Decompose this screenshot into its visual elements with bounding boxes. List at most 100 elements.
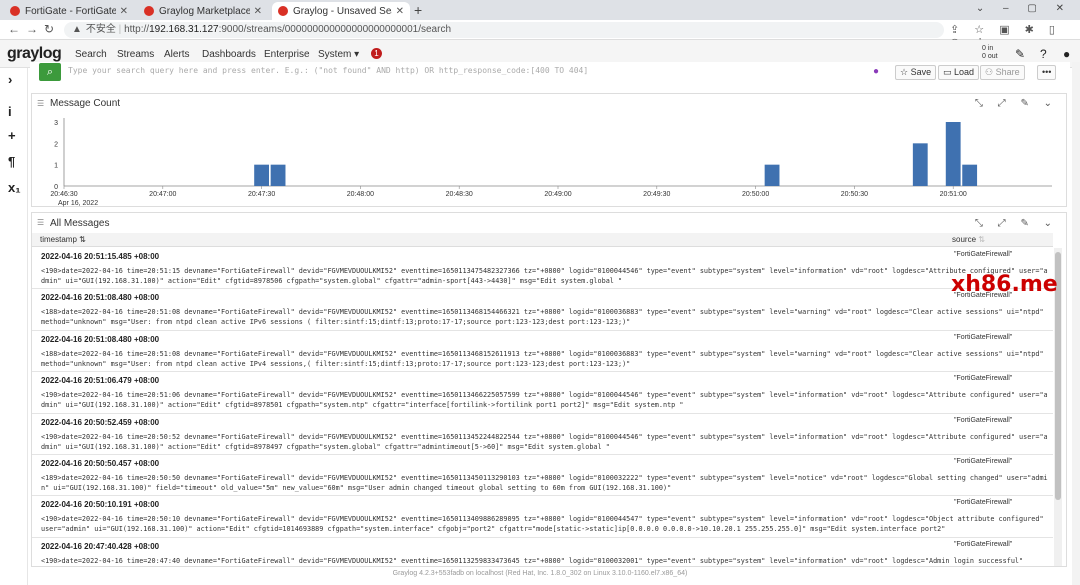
not-secure-icon: ▲ xyxy=(72,24,82,35)
fields-icon[interactable]: x₁ xyxy=(8,180,21,195)
url-path: :9000/streams/000000000000000000000001/s… xyxy=(218,24,452,35)
chart-bar xyxy=(254,164,270,186)
info-icon[interactable]: i xyxy=(8,104,12,119)
address-bar: ← → ↻ ▲ 不安全 | http://192.168.31.127:9000/… xyxy=(0,20,1080,49)
x-tick-label: 20:50:30 xyxy=(841,191,868,198)
tab-title: Graylog Marketplace xyxy=(159,5,250,17)
sort-icon[interactable]: ⇅ xyxy=(978,235,985,244)
message-body: <190>date=2022-04-16 time=20:51:15 devna… xyxy=(41,267,1048,285)
nav-enterprise[interactable]: Enterprise xyxy=(264,49,310,60)
security-label: 不安全 xyxy=(85,24,116,35)
watermark: xh86.me xyxy=(951,272,1058,297)
reload-icon[interactable]: ↻ xyxy=(44,22,54,36)
chart-bar xyxy=(912,143,928,186)
widget-controls[interactable]: ⤡ ⤢ ✎ ⌄ xyxy=(975,218,1058,229)
graylog-favicon-icon xyxy=(278,6,288,16)
tab-title: FortiGate - FortiGateFirewall xyxy=(25,5,116,17)
source-column-header[interactable]: source ⇅ xyxy=(952,235,985,244)
x-tick-label: 20:51:00 xyxy=(940,191,967,198)
message-timestamp[interactable]: 2022-04-16 20:50:50.457 +08:00 xyxy=(41,459,159,468)
message-source: "FortiGateFirewall" xyxy=(954,499,1013,507)
edit-icon[interactable]: ✎ xyxy=(1015,47,1025,61)
nav-dashboards[interactable]: Dashboards xyxy=(202,49,256,60)
table-row[interactable]: 2022-04-16 20:50:10.191 +08:00 "FortiGate… xyxy=(32,496,1053,538)
drag-handle-icon[interactable]: ☰ xyxy=(37,99,44,108)
message-body: <190>date=2022-04-16 time=20:50:10 devna… xyxy=(41,515,1044,534)
nav-streams[interactable]: Streams xyxy=(117,49,154,60)
throughput-in: 0 in xyxy=(982,45,994,52)
nav-search[interactable]: Search xyxy=(75,49,107,60)
share-search-button[interactable]: ⚇ Share xyxy=(980,65,1025,80)
sort-icon[interactable]: ⇅ xyxy=(79,235,86,244)
close-tab-icon[interactable]: ✕ xyxy=(120,6,128,17)
timestamp-column-header[interactable]: timestamp ⇅ xyxy=(40,235,86,244)
message-timestamp[interactable]: 2022-04-16 20:50:10.191 +08:00 xyxy=(41,500,159,509)
back-icon[interactable]: ← xyxy=(8,22,20,36)
help-icon[interactable]: ? xyxy=(1040,47,1047,61)
message-body: <190>date=2022-04-16 time=20:51:06 devna… xyxy=(41,391,1048,410)
message-source: "FortiGateFirewall" xyxy=(954,457,1013,465)
query-help-icon[interactable]: ● xyxy=(873,66,879,77)
notification-badge[interactable]: 1 xyxy=(371,48,382,59)
table-row[interactable]: 2022-04-16 20:51:08.480 +08:00 "FortiGate… xyxy=(32,289,1053,331)
url-host: 192.168.31.127 xyxy=(149,24,219,35)
close-tab-icon[interactable]: ✕ xyxy=(396,6,404,17)
search-input[interactable]: Type your search query here and press en… xyxy=(68,66,588,75)
message-timestamp[interactable]: 2022-04-16 20:51:15.485 +08:00 xyxy=(41,252,159,261)
save-search-button[interactable]: ☆ Save xyxy=(895,65,937,80)
chart-bar xyxy=(764,164,780,186)
window-controls[interactable]: ⌄ – ▢ ✕ xyxy=(976,3,1072,14)
tab-title: Graylog - Unsaved Search xyxy=(293,5,392,17)
y-tick-label: 0 xyxy=(54,184,58,191)
load-search-button[interactable]: ▭ Load xyxy=(938,65,980,80)
message-timestamp[interactable]: 2022-04-16 20:51:08.480 +08:00 xyxy=(41,293,159,302)
all-messages-widget: ☰ All Messages ⤡ ⤢ ✎ ⌄ timestamp ⇅ sourc… xyxy=(31,212,1067,567)
search-bar: ⌕ Type your search query here and press … xyxy=(30,62,1070,84)
chart-bar xyxy=(962,164,978,186)
widget-title: All Messages xyxy=(50,218,110,229)
table-row[interactable]: 2022-04-16 20:51:15.485 +08:00 "FortiGate… xyxy=(32,248,1053,290)
table-row[interactable]: 2022-04-16 20:51:08.480 +08:00 "FortiGate… xyxy=(32,331,1053,373)
table-row[interactable]: 2022-04-16 20:51:06.479 +08:00 "FortiGate… xyxy=(32,372,1053,414)
message-timestamp[interactable]: 2022-04-16 20:50:52.459 +08:00 xyxy=(41,418,159,427)
user-icon[interactable]: ● xyxy=(1063,47,1070,61)
forward-icon[interactable]: → xyxy=(26,22,38,36)
browser-tab-bar: FortiGate - FortiGateFirewall ✕ Graylog … xyxy=(0,0,1080,20)
message-source: "FortiGateFirewall" xyxy=(954,540,1013,548)
throughput-indicator: 0 in 0 out xyxy=(982,45,998,61)
x-tick-label: 20:50:00 xyxy=(742,191,769,198)
table-row[interactable]: 2022-04-16 20:50:50.457 +08:00 "FortiGate… xyxy=(32,455,1053,497)
browser-tab-fortigate[interactable]: FortiGate - FortiGateFirewall ✕ xyxy=(4,2,134,20)
paragraph-icon[interactable]: ¶ xyxy=(8,154,15,169)
message-timestamp[interactable]: 2022-04-16 20:51:08.480 +08:00 xyxy=(41,335,159,344)
page-scrollbar[interactable] xyxy=(1072,62,1080,585)
message-body: <189>date=2022-04-16 time=20:50:50 devna… xyxy=(41,473,1048,492)
close-tab-icon[interactable]: ✕ xyxy=(254,6,262,17)
message-body: <190>date=2022-04-16 time=20:50:52 devna… xyxy=(41,432,1048,451)
browser-tab-search[interactable]: Graylog - Unsaved Search ✕ xyxy=(272,2,410,20)
url-prefix: http:// xyxy=(124,24,150,35)
browser-tab-marketplace[interactable]: Graylog Marketplace ✕ xyxy=(138,2,268,20)
share-label: Share xyxy=(995,67,1020,77)
drag-handle-icon[interactable]: ☰ xyxy=(37,218,44,227)
x-tick-label: 20:49:00 xyxy=(544,191,571,198)
expand-sidebar-icon[interactable]: › xyxy=(8,72,12,87)
url-field[interactable]: ▲ 不安全 | http://192.168.31.127:9000/stream… xyxy=(64,22,944,38)
timestamp-header-label: timestamp xyxy=(40,235,77,244)
table-row[interactable]: 2022-04-16 20:47:40.428 +08:00 "FortiGate… xyxy=(32,538,1053,566)
table-row[interactable]: 2022-04-16 20:50:52.459 +08:00 "FortiGate… xyxy=(32,414,1053,455)
add-widget-icon[interactable]: + xyxy=(8,128,16,143)
save-label: Save xyxy=(910,67,932,77)
nav-alerts[interactable]: Alerts xyxy=(164,49,190,60)
messages-table-header: timestamp ⇅ source ⇅ xyxy=(32,233,1053,247)
nav-system[interactable]: System ▾ xyxy=(318,49,359,60)
message-timestamp[interactable]: 2022-04-16 20:47:40.428 +08:00 xyxy=(41,542,159,551)
fortigate-favicon-icon xyxy=(10,6,20,16)
footer-version: Graylog 4.2.3+553fadb on localhost (Red … xyxy=(392,570,688,577)
more-actions-button[interactable]: ••• xyxy=(1037,65,1057,80)
search-button[interactable]: ⌕ xyxy=(39,63,61,81)
message-source: "FortiGateFirewall" xyxy=(954,416,1013,424)
new-tab-icon[interactable]: + xyxy=(414,2,422,18)
graylog-logo[interactable]: graylog xyxy=(7,45,62,63)
message-timestamp[interactable]: 2022-04-16 20:51:06.479 +08:00 xyxy=(41,376,159,385)
